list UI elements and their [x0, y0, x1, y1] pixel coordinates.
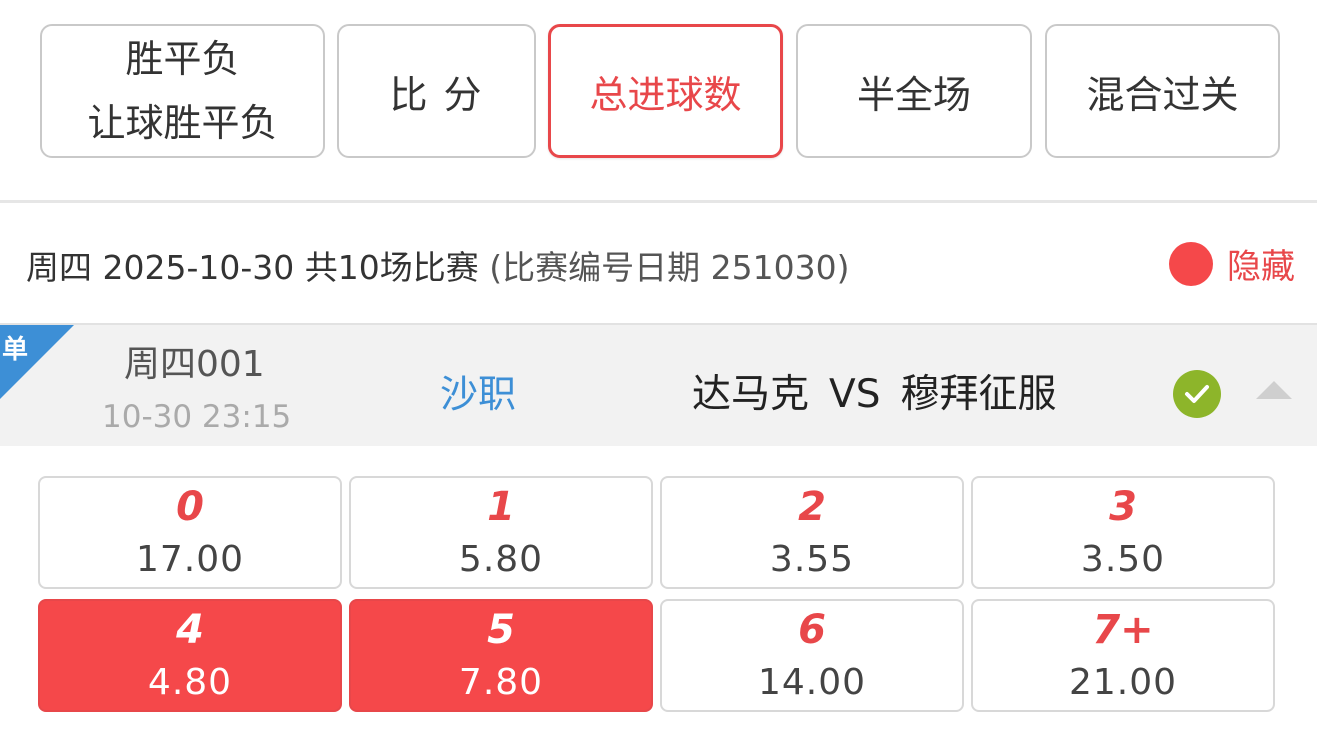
odds-grid: 0 17.00 1 5.80 2 3.55 3 3.50 4 4.80 5 7.… [38, 476, 1278, 712]
goal-count: 5 [487, 606, 515, 653]
away-team: 穆拜征服 [900, 372, 1057, 417]
odds-value: 14.00 [757, 661, 867, 703]
odds-cell-goals-6[interactable]: 6 14.00 [660, 599, 964, 712]
match-teams: 达马克 VS 穆拜征服 [692, 363, 1056, 419]
date-summary: 周四 2025-10-30 共10场比赛 (比赛编号日期 251030) [26, 241, 849, 289]
caret-up-icon[interactable] [1256, 381, 1292, 399]
red-dot-icon [1169, 241, 1213, 286]
odds-cell-goals-5[interactable]: 5 7.80 [349, 599, 653, 712]
goal-count: 3 [1109, 483, 1137, 530]
tab-label-handicap: 让球胜平负 [87, 101, 278, 145]
home-team: 达马克 [692, 372, 810, 417]
goal-count: 7+ [1092, 606, 1154, 653]
goal-count: 0 [176, 483, 204, 530]
bet-type-tabs: 胜平负 让球胜平负 比 分 总进球数 半全场 混合过关 [0, 0, 1317, 200]
date-title: 周四 2025-10-30 共10场比赛 [26, 248, 479, 287]
hide-label: 隐藏 [1227, 247, 1295, 287]
odds-cell-goals-1[interactable]: 1 5.80 [349, 476, 653, 589]
checkmark-icon [1185, 385, 1209, 403]
odds-cell-goals-2[interactable]: 2 3.55 [660, 476, 964, 589]
odds-value: 4.80 [147, 661, 233, 703]
match-time: 10-30 23:15 [102, 399, 292, 435]
tab-label-half-full: 半全场 [856, 72, 971, 117]
tab-score[interactable]: 比 分 [337, 24, 536, 158]
tab-label-mixed-parlay: 混合过关 [1086, 72, 1239, 117]
match-row[interactable]: 单 周四001 10-30 23:15 沙职 达马克 VS 穆拜征服 [0, 323, 1317, 446]
odds-value: 17.00 [135, 538, 245, 580]
odds-value: 3.50 [1080, 538, 1166, 580]
goal-count: 1 [487, 483, 515, 530]
odds-cell-goals-3[interactable]: 3 3.50 [971, 476, 1275, 589]
tab-label-score: 比 分 [389, 72, 484, 117]
date-subtitle: (比赛编号日期 251030) [489, 248, 850, 287]
tab-label-win-draw-loss: 胜平负 [125, 37, 240, 81]
tab-label-total-goals: 总进球数 [589, 72, 742, 117]
goal-count: 2 [798, 483, 826, 530]
odds-value: 5.80 [458, 538, 544, 580]
tab-mixed-parlay[interactable]: 混合过关 [1045, 24, 1280, 158]
odds-cell-goals-4[interactable]: 4 4.80 [38, 599, 342, 712]
odds-value: 3.55 [769, 538, 855, 580]
match-number: 周四001 [124, 344, 265, 385]
goal-count: 6 [798, 606, 826, 653]
tab-total-goals[interactable]: 总进球数 [548, 24, 783, 158]
hide-toggle[interactable]: 隐藏 [1169, 239, 1295, 288]
single-badge-label: 单 [2, 335, 29, 365]
tab-half-full[interactable]: 半全场 [796, 24, 1032, 158]
odds-cell-goals-7-plus[interactable]: 7+ 21.00 [971, 599, 1275, 712]
goal-count: 4 [176, 606, 204, 653]
vs-label: VS [829, 372, 881, 417]
tab-win-draw-loss[interactable]: 胜平负 让球胜平负 [40, 24, 325, 158]
odds-value: 7.80 [458, 661, 544, 703]
odds-value: 21.00 [1068, 661, 1178, 703]
check-circle-icon[interactable] [1173, 370, 1221, 418]
league-name: 沙职 [440, 372, 517, 416]
odds-cell-goals-0[interactable]: 0 17.00 [38, 476, 342, 589]
date-header: 周四 2025-10-30 共10场比赛 (比赛编号日期 251030) 隐藏 [0, 203, 1317, 323]
